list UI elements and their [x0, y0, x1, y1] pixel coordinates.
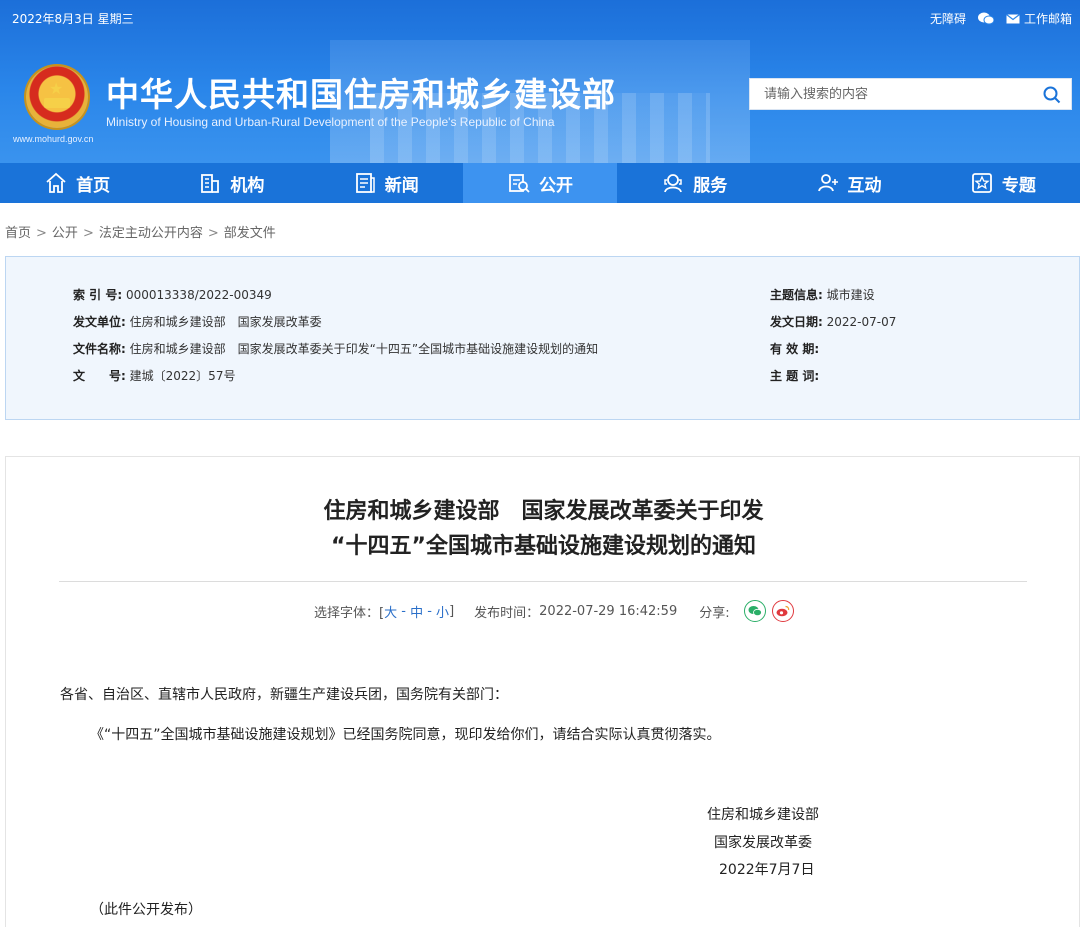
news-icon — [355, 173, 375, 193]
meta-index-value: 000013338/2022-00349 — [125, 288, 272, 302]
site-title: 中华人民共和国住房和城乡建设部 — [106, 75, 616, 114]
topic-icon — [971, 173, 992, 193]
nav-item-home[interactable]: 首页 — [0, 163, 154, 203]
signature-ndrc: 国家发展改革委 — [714, 835, 812, 851]
wechat-icon — [748, 606, 762, 617]
font-size-medium-button[interactable]: 中 — [410, 602, 423, 621]
article: 住房和城乡建设部 国家发展改革委关于印发 “十四五”全国城市基础设施建设规划的通… — [5, 456, 1080, 927]
nav-label: 公开 — [538, 175, 573, 196]
nav-label: 互动 — [847, 175, 882, 196]
share-wechat-button[interactable] — [743, 600, 766, 622]
breadcrumb-separator: > — [207, 226, 219, 241]
search-icon — [1043, 86, 1061, 104]
breadcrumb-statutory-content[interactable]: 法定主动公开内容 — [99, 226, 203, 241]
meta-doc-name: 文件名称: 住房和城乡建设部 国家发展改革委关于印发“十四五”全国城市基础设施建… — [73, 340, 598, 357]
work-mail-link[interactable]: 工作邮箱 — [1006, 10, 1072, 27]
meta-doc-number-label: 文 号: — [73, 369, 126, 383]
breadcrumb-separator: > — [82, 226, 94, 241]
nav-label: 机构 — [230, 175, 265, 196]
meta-validity-label: 有 效 期: — [770, 342, 820, 356]
publish-time-value: 2022-07-29 16:42:59 — [539, 603, 678, 619]
search-box — [749, 78, 1072, 110]
nav-item-service[interactable]: 服务 — [617, 163, 771, 203]
meta-issue-date: 发文日期: 2022-07-07 — [770, 313, 896, 330]
font-size-small-button[interactable]: 小 — [436, 602, 449, 621]
meta-doc-name-value: 住房和城乡建设部 国家发展改革委关于印发“十四五”全国城市基础设施建设规划的通知 — [129, 342, 599, 356]
meta-validity: 有 效 期: — [770, 340, 819, 357]
building-icon — [201, 174, 220, 193]
body-paragraph: 《“十四五”全国城市基础设施建设规划》已经国务院同意，现印发给你们，请结合实际认… — [90, 727, 721, 743]
nav-item-interact[interactable]: 互动 — [771, 163, 925, 203]
accessibility-label: 无障碍 — [929, 12, 966, 26]
nav-item-topic[interactable]: 专题 — [926, 163, 1080, 203]
nav-label: 新闻 — [384, 175, 419, 196]
emblem-star-icon: ★ — [49, 79, 64, 98]
meta-doc-number-value: 建城〔2022〕57号 — [129, 369, 236, 383]
meta-keywords: 主 题 词: — [770, 367, 819, 384]
title-divider — [59, 581, 1027, 582]
top-bar-links: 无障碍 工作邮箱 — [930, 10, 1072, 27]
nav-label: 服务 — [693, 175, 728, 196]
meta-index: 索 引 号: 000013338/2022-00349 — [73, 286, 272, 303]
article-toolbar: 选择字体：[ 大 - 中 - 小 ] 发布时间： 2022-07-29 16:4… — [314, 600, 794, 622]
meta-doc-name-label: 文件名称: — [73, 342, 126, 356]
open-icon — [509, 174, 530, 193]
font-size-label: 选择字体：[ — [314, 605, 385, 621]
nav-label: 首页 — [76, 175, 111, 196]
meta-topic: 主题信息: 城市建设 — [770, 286, 875, 303]
accessibility-link[interactable]: 无障碍 — [930, 10, 966, 27]
meta-topic-label: 主题信息: — [770, 288, 823, 302]
wechat-icon — [977, 12, 994, 25]
breadcrumb-open[interactable]: 公开 — [52, 226, 78, 241]
article-title-line-2: “十四五”全国城市基础设施建设规划的通知 — [331, 534, 756, 559]
mail-icon — [1006, 13, 1020, 23]
font-size-large-button[interactable]: 大 — [384, 602, 397, 621]
nav-item-organization[interactable]: 机构 — [154, 163, 308, 203]
publish-time-label: 发布时间： — [474, 605, 540, 621]
wechat-link[interactable] — [977, 12, 994, 25]
meta-keywords-label: 主 题 词: — [770, 369, 820, 383]
font-size-dash: - — [423, 603, 437, 619]
breadcrumb-separator: > — [36, 226, 47, 241]
breadcrumb: 首页 > 公开 > 法定主动公开内容 > 部发文件 — [5, 222, 276, 241]
site-url: www.mohurd.gov.cn — [13, 134, 94, 144]
breadcrumb-ministry-documents[interactable]: 部发文件 — [224, 226, 276, 241]
site-header: 2022年8月3日 星期三 无障碍 工作邮箱 ★ 中华人民共和国住房和城乡建设部… — [0, 0, 1080, 163]
article-title-line-1: 住房和城乡建设部 国家发展改革委关于印发 — [323, 499, 764, 524]
meta-topic-value: 城市建设 — [826, 288, 875, 302]
emblem-gate-icon — [44, 98, 70, 108]
main-nav: 首页 机构 新闻 公开 服务 互动 专题 — [0, 163, 1080, 203]
meta-doc-number: 文 号: 建城〔2022〕57号 — [73, 367, 235, 384]
share-label: 分享: — [699, 605, 730, 621]
site-subtitle: Ministry of Housing and Urban-Rural Deve… — [106, 115, 555, 129]
work-mail-label: 工作邮箱 — [1023, 12, 1072, 26]
current-date: 2022年8月3日 星期三 — [12, 12, 134, 26]
search-button[interactable] — [1039, 83, 1065, 107]
nav-item-news[interactable]: 新闻 — [309, 163, 463, 203]
weibo-icon — [776, 605, 789, 617]
document-metadata-box: 索 引 号: 000013338/2022-00349 发文单位: 住房和城乡建… — [5, 256, 1080, 420]
meta-issue-date-label: 发文日期: — [770, 315, 823, 329]
service-icon — [664, 174, 683, 193]
meta-issuer-label: 发文单位: — [73, 315, 126, 329]
meta-index-label: 索 引 号: — [73, 288, 123, 302]
share-weibo-button[interactable] — [771, 600, 794, 622]
publication-note: （此件公开发布） — [90, 902, 202, 918]
salutation: 各省、自治区、直辖市人民政府，新疆生产建设兵团，国务院有关部门： — [60, 687, 508, 703]
breadcrumb-home[interactable]: 首页 — [5, 226, 31, 241]
nav-item-open[interactable]: 公开 — [462, 163, 618, 203]
signature-date: 2022年7月7日 — [719, 862, 815, 878]
interact-icon — [817, 174, 838, 192]
nav-label: 专题 — [1001, 175, 1036, 196]
top-bar: 2022年8月3日 星期三 无障碍 工作邮箱 — [0, 0, 1080, 34]
meta-issuer-value: 住房和城乡建设部 国家发展改革委 — [129, 315, 322, 329]
national-emblem-logo: ★ — [26, 66, 88, 128]
signature-ministry: 住房和城乡建设部 — [707, 807, 819, 823]
home-icon — [46, 172, 66, 193]
font-size-close-bracket: ] — [449, 603, 455, 619]
search-input[interactable] — [750, 79, 1030, 109]
font-size-dash: - — [397, 603, 411, 619]
meta-issuer: 发文单位: 住房和城乡建设部 国家发展改革委 — [73, 313, 322, 330]
meta-issue-date-value: 2022-07-07 — [826, 315, 897, 329]
